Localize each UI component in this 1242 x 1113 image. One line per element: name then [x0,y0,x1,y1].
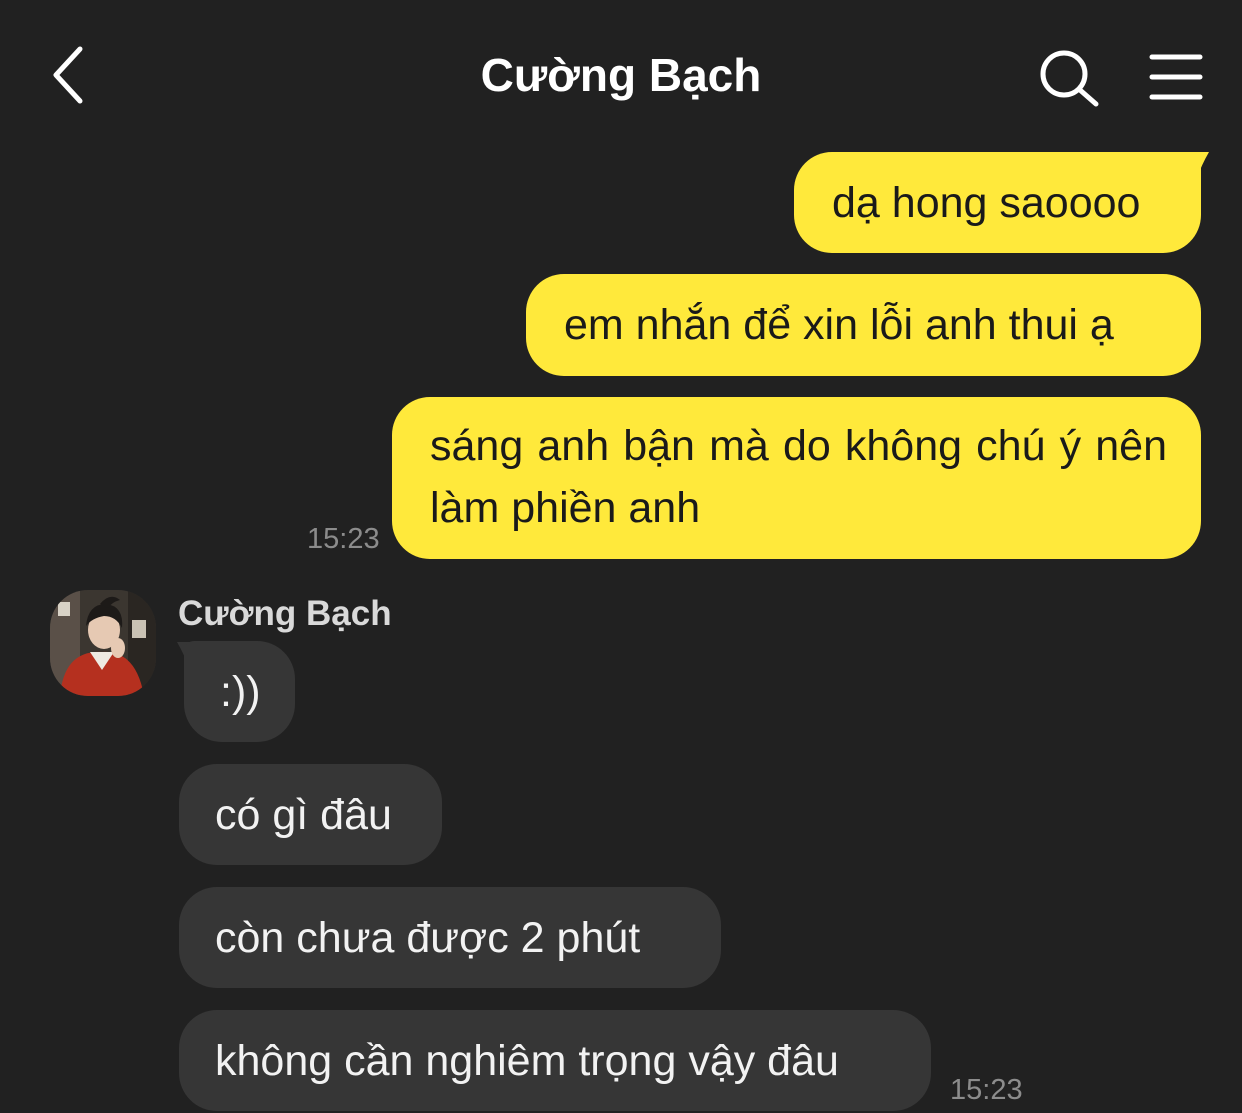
message-text: em nhắn để xin lỗi anh thui ạ [564,301,1114,349]
avatar[interactable] [50,590,156,696]
outgoing-message[interactable]: em nhắn để xin lỗi anh thui ạ [526,274,1201,376]
chat-screen: Cường Bạch dạ hong saoooo em nhắn để xin… [0,0,1242,1113]
outgoing-timestamp: 15:23 [307,523,380,555]
incoming-message[interactable]: không cần nghiêm trọng vậy đâu [179,1010,931,1111]
outgoing-message[interactable]: sáng anh bận mà do không chú ý nên làm p… [392,397,1201,559]
message-text: :)) [220,668,261,716]
message-text: còn chưa được 2 phút [215,914,641,962]
incoming-message[interactable]: còn chưa được 2 phút [179,887,721,988]
message-text: không cần nghiêm trọng vậy đâu [215,1037,839,1085]
hamburger-menu-icon [1149,54,1203,100]
chat-header: Cường Bạch [0,0,1242,150]
search-icon [1040,50,1099,107]
menu-button[interactable] [1146,50,1206,104]
avatar-image [50,590,156,696]
search-button[interactable] [1036,46,1102,110]
incoming-timestamp: 15:23 [950,1074,1023,1106]
incoming-message[interactable]: có gì đâu [179,764,442,865]
message-text: có gì đâu [215,791,392,839]
outgoing-message[interactable]: dạ hong saoooo [794,152,1201,253]
incoming-message[interactable]: :)) [184,641,295,742]
sender-name: Cường Bạch [178,594,392,633]
message-text: sáng anh bận mà do không chú ý nên làm p… [430,422,1167,532]
message-text: dạ hong saoooo [832,179,1141,227]
